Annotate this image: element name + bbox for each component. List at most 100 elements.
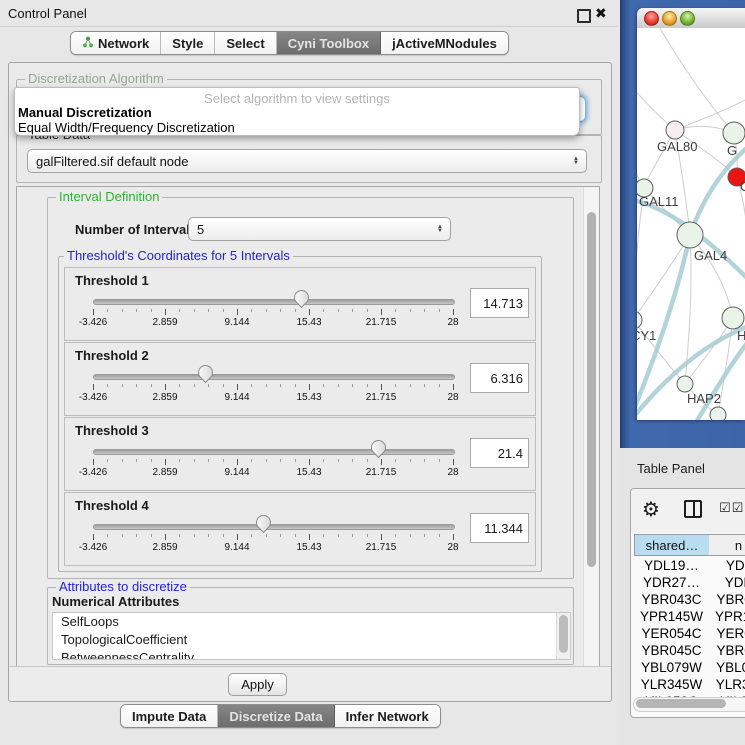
tick-label: 2.859: [152, 317, 177, 328]
table-row[interactable]: YPR145WYPR145W: [634, 609, 745, 626]
tick-mark: [136, 384, 137, 387]
numerical-attributes-list[interactable]: SelfLoopsTopologicalCoefficientBetweenne…: [52, 612, 571, 660]
slider-track[interactable]: [93, 374, 455, 380]
number-of-intervals-combobox[interactable]: 5 ▲▼: [188, 217, 451, 241]
tab-label: Select: [226, 36, 264, 51]
tick-mark: [179, 534, 180, 537]
network-edge[interactable]: [637, 235, 690, 320]
tick-label: 15.43: [296, 467, 321, 478]
close-icon[interactable]: ✖: [595, 5, 607, 22]
gear-icon[interactable]: ⚙: [642, 497, 660, 522]
table-row[interactable]: YBL079WYBL079W: [634, 660, 745, 677]
network-canvas[interactable]: GAL80GCGAL11GAL4GCY1HHAP2: [637, 28, 745, 420]
network-edge[interactable]: [690, 146, 745, 235]
tick-mark: [151, 459, 152, 462]
tab-label: jActiveMNodules: [392, 36, 497, 51]
network-window-titlebar: [637, 8, 745, 29]
tick-mark: [266, 459, 267, 462]
tick-mark: [453, 459, 454, 465]
tick-mark: [151, 534, 152, 537]
attribute-list-item[interactable]: TopologicalCoefficient: [53, 631, 570, 649]
cell-shared-name: YBL079W: [634, 660, 709, 677]
minimize-traffic-light-icon[interactable]: [662, 11, 677, 26]
tick-mark: [367, 459, 368, 462]
tick-mark: [453, 534, 454, 540]
node-gal80[interactable]: [666, 121, 684, 139]
tick-mark: [151, 309, 152, 312]
table-row[interactable]: YDL19…YDL19: [634, 558, 745, 575]
algorithm-option[interactable]: Equal Width/Frequency Discretization: [18, 120, 235, 135]
tick-label: 28: [447, 542, 458, 553]
column-header-name[interactable]: n: [709, 534, 745, 556]
node-label: GAL4: [694, 248, 727, 263]
split-columns-icon[interactable]: [684, 500, 702, 518]
attribute-list-item[interactable]: BetweennessCentrality: [53, 649, 570, 660]
tab-cyni-toolbox[interactable]: Cyni Toolbox: [277, 32, 381, 54]
tick-mark: [410, 534, 411, 537]
tick-label: 28: [447, 467, 458, 478]
node-hap2[interactable]: [677, 376, 693, 392]
tick-mark: [165, 384, 166, 390]
tick-mark: [107, 534, 108, 537]
tick-label: 2.859: [152, 392, 177, 403]
column-header-shared-name[interactable]: shared…: [634, 534, 710, 556]
close-traffic-light-icon[interactable]: [644, 11, 659, 26]
tick-mark: [107, 384, 108, 387]
table-row[interactable]: YDR27…YDR27: [634, 575, 745, 592]
table-row[interactable]: YBR043CYBR043C: [634, 592, 745, 609]
node-gal4[interactable]: [677, 222, 703, 248]
tab-infer-network[interactable]: Infer Network: [335, 705, 440, 727]
node-bottom[interactable]: [710, 407, 726, 420]
bottom-tab-bar: Impute DataDiscretize DataInfer Network: [120, 704, 441, 728]
cell-name: YBL079W: [709, 660, 745, 677]
table-horizontal-scrollbar[interactable]: [633, 697, 745, 712]
apply-button[interactable]: Apply: [228, 673, 287, 696]
network-icon: [82, 36, 94, 51]
tab-jactivemnodules[interactable]: jActiveMNodules: [381, 32, 508, 54]
tab-impute-data[interactable]: Impute Data: [121, 705, 218, 727]
tick-mark: [179, 309, 180, 312]
tick-mark: [251, 384, 252, 387]
threshold-value-field[interactable]: 6.316: [470, 363, 529, 393]
table-row[interactable]: YLR345WYLR345W: [634, 677, 745, 694]
interval-definition-group: Interval Definition Number of Intervals …: [47, 197, 574, 579]
tick-mark: [93, 309, 94, 315]
node-label: HAP2: [687, 391, 721, 406]
tab-style[interactable]: Style: [161, 32, 215, 54]
node-top-right[interactable]: [723, 122, 745, 144]
slider-tick-labels: -3.4262.8599.14415.4321.71528: [93, 392, 453, 404]
slider-track[interactable]: [93, 524, 455, 530]
threshold-value-field[interactable]: 21.4: [470, 438, 529, 468]
attributes-scrollbar[interactable]: [556, 613, 570, 659]
algorithm-option[interactable]: Manual Discretization: [18, 105, 152, 120]
cell-shared-name: YBR045C: [634, 643, 709, 660]
float-window-icon[interactable]: [577, 9, 591, 23]
table-row[interactable]: YER054CYER054C: [634, 626, 745, 643]
tab-discretize-data[interactable]: Discretize Data: [218, 705, 334, 727]
attributes-group: Attributes to discretize Numerical Attri…: [47, 587, 574, 665]
slider-track[interactable]: [93, 449, 455, 455]
tab-select[interactable]: Select: [215, 32, 276, 54]
cell-name: YBR045C: [709, 643, 745, 660]
threshold-value-field[interactable]: 11.344: [470, 513, 529, 543]
tab-network[interactable]: Network: [71, 32, 161, 54]
thresholds-group: Threshold's Coordinates for 5 Intervals …: [58, 256, 542, 572]
node-h[interactable]: [722, 307, 744, 329]
network-edge[interactable]: [657, 28, 734, 133]
checkbox-icons[interactable]: ☑☑: [719, 500, 744, 516]
zoom-traffic-light-icon[interactable]: [680, 11, 695, 26]
combo-arrows-icon: ▲▼: [573, 157, 579, 165]
threshold-row: Threshold 1-3.4262.8599.14415.4321.71528…: [64, 267, 536, 341]
threshold-row: Threshold 4-3.4262.8599.14415.4321.71528…: [64, 492, 536, 566]
table-data-combobox[interactable]: galFiltered.sif default node ▲▼: [27, 149, 587, 173]
threshold-value-field[interactable]: 14.713: [470, 288, 529, 318]
tick-mark: [208, 459, 209, 462]
attribute-list-item[interactable]: SelfLoops: [53, 613, 570, 631]
tick-mark: [107, 309, 108, 312]
settings-scrollbar[interactable]: [583, 187, 599, 667]
table-row[interactable]: YBR045CYBR045C: [634, 643, 745, 660]
tick-mark: [251, 309, 252, 312]
slider-track[interactable]: [93, 299, 455, 305]
node-gcy1[interactable]: [637, 311, 642, 329]
numerical-attributes-heading: Numerical Attributes: [52, 594, 179, 609]
